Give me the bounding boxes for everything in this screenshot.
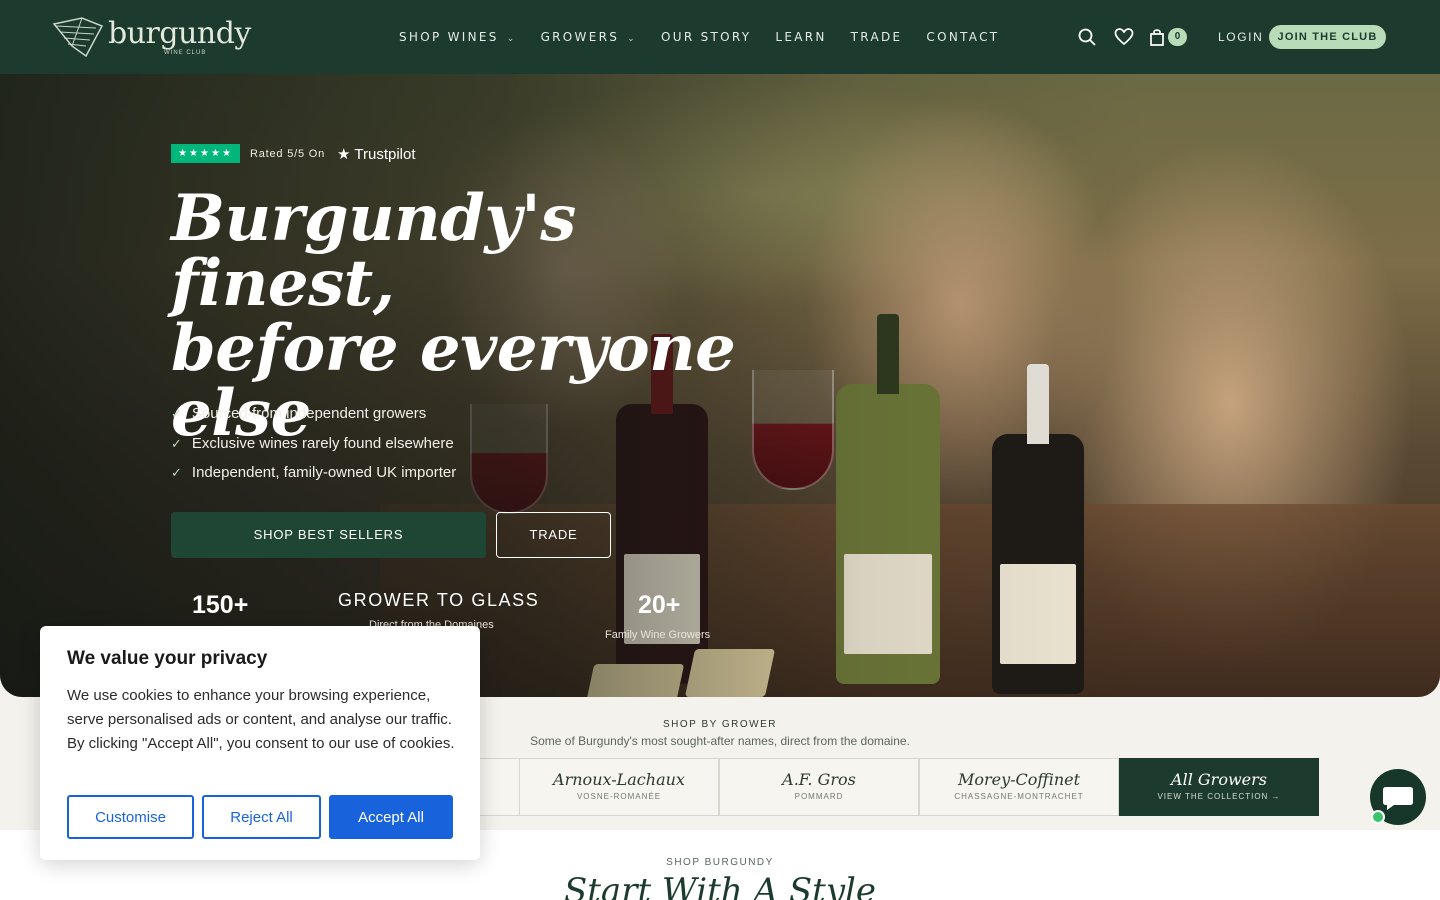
grower-name: All Growers (1171, 770, 1267, 789)
cart-count-badge: 0 (1168, 28, 1187, 46)
feature-text: Exclusive wines rarely found elsewhere (191, 435, 454, 452)
check-icon: ✓ (171, 406, 182, 421)
logo-wordmark: burgundy (108, 16, 251, 51)
cookie-accept-button[interactable]: Accept All (329, 795, 453, 839)
feature-text: Independent, family-owned UK importer (191, 464, 457, 481)
shop-best-sellers-button[interactable]: SHOP BEST SELLERS (171, 512, 486, 558)
feature-item: ✓ Exclusive wines rarely found elsewhere (171, 435, 454, 452)
feature-item: ✓ Independent, family-owned UK importer (171, 464, 456, 481)
trustpilot-rating[interactable]: ★★★★★ Rated 5/5 On ★ Trustpilot (171, 144, 416, 163)
logo[interactable]: burgundy WINE CLUB (52, 14, 251, 60)
grower-card[interactable]: Morey-Coffinet CHASSAGNE-MONTRACHET (919, 758, 1119, 816)
trustpilot-rated-text: Rated 5/5 On (250, 147, 326, 160)
grower-name: Morey-Coffinet (957, 770, 1081, 789)
stat-value: 20+ (638, 591, 681, 619)
bag-icon[interactable] (1147, 27, 1167, 47)
stat-value: GROWER TO GLASS (338, 590, 540, 610)
search-icon[interactable] (1077, 27, 1097, 47)
grower-name: A.F. Gros (782, 770, 856, 789)
hero-headline-line: Burgundy's finest, (171, 181, 576, 321)
cookie-reject-button[interactable]: Reject All (202, 795, 321, 839)
stat-value: 150+ (192, 591, 249, 619)
view-collection-link: VIEW THE COLLECTION → (1157, 792, 1281, 801)
main-nav: SHOP WINES ⌄ GROWERS ⌄ OUR STORY LEARN TRA… (399, 30, 1023, 44)
cookie-consent-banner: We value your privacy We use cookies to … (40, 626, 480, 860)
cookie-title: We value your privacy (67, 648, 268, 669)
grower-location: CHASSAGNE-MONTRACHET (954, 792, 1084, 801)
trade-button[interactable]: TRADE (496, 512, 611, 558)
nav-trade[interactable]: TRADE (851, 30, 903, 44)
chevron-down-icon: ⌄ (506, 34, 517, 44)
site-header: burgundy WINE CLUB SHOP WINES ⌄ GROWERS ⌄ … (0, 0, 1440, 74)
feature-item: ✓ Sourced from independent growers (171, 405, 426, 422)
vineyard-leaf-icon (52, 17, 104, 58)
section-title: Start With A Style (563, 871, 877, 900)
chevron-down-icon: ⌄ (627, 34, 637, 44)
logo-subtitle: WINE CLUB (164, 50, 207, 56)
check-icon: ✓ (171, 436, 182, 451)
all-growers-card[interactable]: All Growers VIEW THE COLLECTION → (1119, 758, 1319, 816)
join-club-button[interactable]: JOIN THE CLUB (1269, 25, 1386, 49)
nav-shop-wines-label: SHOP WINES (399, 30, 499, 44)
grower-card[interactable]: Arnoux-Lachaux VOSNE-ROMANÉE (519, 758, 719, 816)
grower-location: POMMARD (794, 792, 844, 801)
nav-growers[interactable]: GROWERS ⌄ (541, 30, 637, 44)
cookie-body: We use cookies to enhance your browsing … (67, 687, 455, 752)
stat-label: Family Wine Growers (605, 629, 711, 641)
nav-learn[interactable]: LEARN (775, 30, 826, 44)
grower-location: VOSNE-ROMANÉE (576, 792, 662, 801)
trustpilot-logo: ★ Trustpilot (337, 145, 416, 163)
nav-contact[interactable]: CONTACT (926, 30, 999, 44)
nav-growers-label: GROWERS (540, 30, 620, 44)
nav-shop-wines[interactable]: SHOP WINES ⌄ (399, 30, 517, 44)
star-rating-icon: ★★★★★ (171, 144, 240, 163)
heart-icon[interactable] (1114, 27, 1134, 47)
grower-name: Arnoux-Lachaux (553, 770, 685, 789)
nav-our-story[interactable]: OUR STORY (661, 30, 751, 44)
login-link[interactable]: LOGIN (1218, 30, 1263, 44)
grower-card[interactable]: A.F. Gros POMMARD (719, 758, 919, 816)
cookie-customise-button[interactable]: Customise (67, 795, 194, 839)
check-icon: ✓ (171, 465, 182, 480)
hero-headline-line: before everyone (171, 311, 736, 386)
feature-text: Sourced from independent growers (191, 405, 427, 422)
online-status-dot (1371, 810, 1385, 824)
